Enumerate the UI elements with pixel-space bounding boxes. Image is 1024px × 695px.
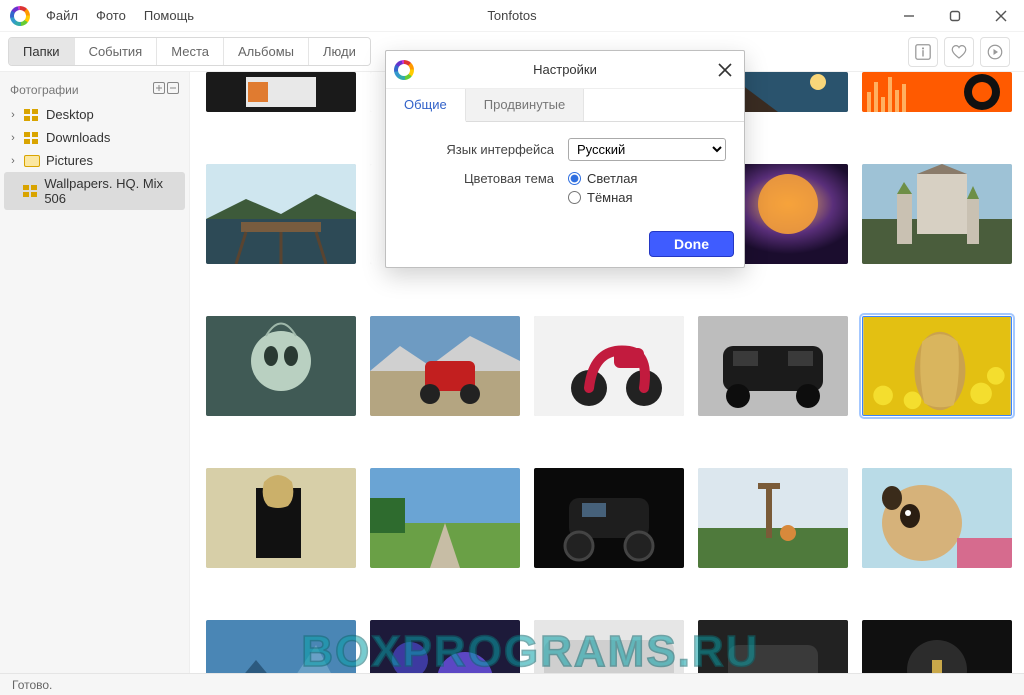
- heart-icon: [950, 43, 968, 61]
- sidebar-add-button[interactable]: [153, 82, 165, 97]
- tab-folders[interactable]: Папки: [9, 38, 75, 65]
- thumbnail[interactable]: [206, 72, 356, 112]
- thumbnail[interactable]: [698, 468, 848, 568]
- dialog-title: Настройки: [533, 62, 597, 77]
- chevron-right-icon: ›: [8, 132, 18, 144]
- thumbnail[interactable]: [370, 468, 520, 568]
- view-switcher: Папки События Места Альбомы Люди: [8, 37, 371, 66]
- lang-select[interactable]: Русский: [568, 138, 726, 161]
- lang-label: Язык интерфейса: [404, 142, 554, 157]
- thumbnail[interactable]: [698, 316, 848, 416]
- thumbnail[interactable]: [862, 620, 1012, 673]
- chevron-blank: [8, 185, 17, 197]
- info-icon: [914, 43, 932, 61]
- tree-label: Pictures: [46, 153, 93, 168]
- theme-light-label: Светлая: [587, 171, 637, 186]
- grid-folder-icon: [23, 185, 38, 197]
- sidebar: Фотографии › Desktop › Downloads: [0, 72, 190, 673]
- tree-label: Downloads: [46, 130, 110, 145]
- thumbnail[interactable]: [206, 468, 356, 568]
- thumbnail[interactable]: [206, 316, 356, 416]
- window-minimize-button[interactable]: [886, 0, 932, 32]
- window-close-button[interactable]: [978, 0, 1024, 32]
- theme-dark-option[interactable]: Тёмная: [568, 190, 726, 205]
- status-bar: Готово.: [0, 673, 1024, 695]
- theme-dark-radio[interactable]: [568, 191, 581, 204]
- app-logo-icon: [10, 6, 30, 26]
- sidebar-header: Фотографии: [10, 83, 79, 97]
- thumbnail[interactable]: [370, 620, 520, 673]
- dialog-close-button[interactable]: [712, 57, 738, 83]
- play-icon: [986, 43, 1004, 61]
- menu-file[interactable]: Файл: [38, 4, 86, 27]
- window-maximize-button[interactable]: [932, 0, 978, 32]
- tree-item-desktop[interactable]: › Desktop: [4, 103, 185, 126]
- window-titlebar: Файл Фото Помощь Tonfotos: [0, 0, 1024, 32]
- menu-photo[interactable]: Фото: [88, 4, 134, 27]
- grid-folder-icon: [24, 109, 40, 121]
- theme-light-option[interactable]: Светлая: [568, 171, 726, 186]
- chevron-right-icon: ›: [8, 109, 18, 121]
- thumbnail[interactable]: [534, 468, 684, 568]
- thumbnail[interactable]: [206, 620, 356, 673]
- tab-albums[interactable]: Альбомы: [224, 38, 309, 65]
- info-button[interactable]: [908, 37, 938, 67]
- thumbnail[interactable]: [862, 164, 1012, 264]
- thumbnail[interactable]: [534, 316, 684, 416]
- minus-box-icon: [167, 82, 179, 94]
- tab-events[interactable]: События: [75, 38, 158, 65]
- thumbnail[interactable]: [206, 164, 356, 264]
- play-button[interactable]: [980, 37, 1010, 67]
- theme-label: Цветовая тема: [404, 171, 554, 186]
- settings-tab-advanced[interactable]: Продвинутые: [466, 89, 584, 121]
- app-logo-icon: [394, 60, 414, 80]
- chevron-right-icon: ›: [8, 155, 18, 167]
- thumbnail[interactable]: [534, 620, 684, 673]
- status-text: Готово.: [12, 678, 52, 692]
- thumbnail[interactable]: [698, 620, 848, 673]
- thumbnail[interactable]: [862, 468, 1012, 568]
- theme-dark-label: Тёмная: [587, 190, 633, 205]
- menu-help[interactable]: Помощь: [136, 4, 202, 27]
- settings-tab-general[interactable]: Общие: [386, 89, 466, 122]
- menu-bar: Файл Фото Помощь: [38, 4, 202, 27]
- close-icon: [718, 63, 732, 77]
- tab-people[interactable]: Люди: [309, 38, 370, 65]
- favorite-button[interactable]: [944, 37, 974, 67]
- tab-places[interactable]: Места: [157, 38, 224, 65]
- settings-dialog: Настройки Общие Продвинутые Язык интерфе…: [385, 50, 745, 268]
- tree-label: Wallpapers. HQ. Mix 506: [44, 176, 179, 206]
- tree-label: Desktop: [46, 107, 94, 122]
- thumbnail[interactable]: [862, 72, 1012, 112]
- tree-item-downloads[interactable]: › Downloads: [4, 126, 185, 149]
- plus-box-icon: [153, 82, 165, 94]
- open-folder-icon: [24, 155, 40, 167]
- sidebar-remove-button[interactable]: [167, 82, 179, 97]
- grid-folder-icon: [24, 132, 40, 144]
- tree-item-pictures[interactable]: › Pictures: [4, 149, 185, 172]
- done-button[interactable]: Done: [649, 231, 734, 257]
- tree-item-wallpapers[interactable]: Wallpapers. HQ. Mix 506: [4, 172, 185, 210]
- theme-light-radio[interactable]: [568, 172, 581, 185]
- thumbnail[interactable]: [370, 316, 520, 416]
- thumbnail[interactable]: [862, 316, 1012, 416]
